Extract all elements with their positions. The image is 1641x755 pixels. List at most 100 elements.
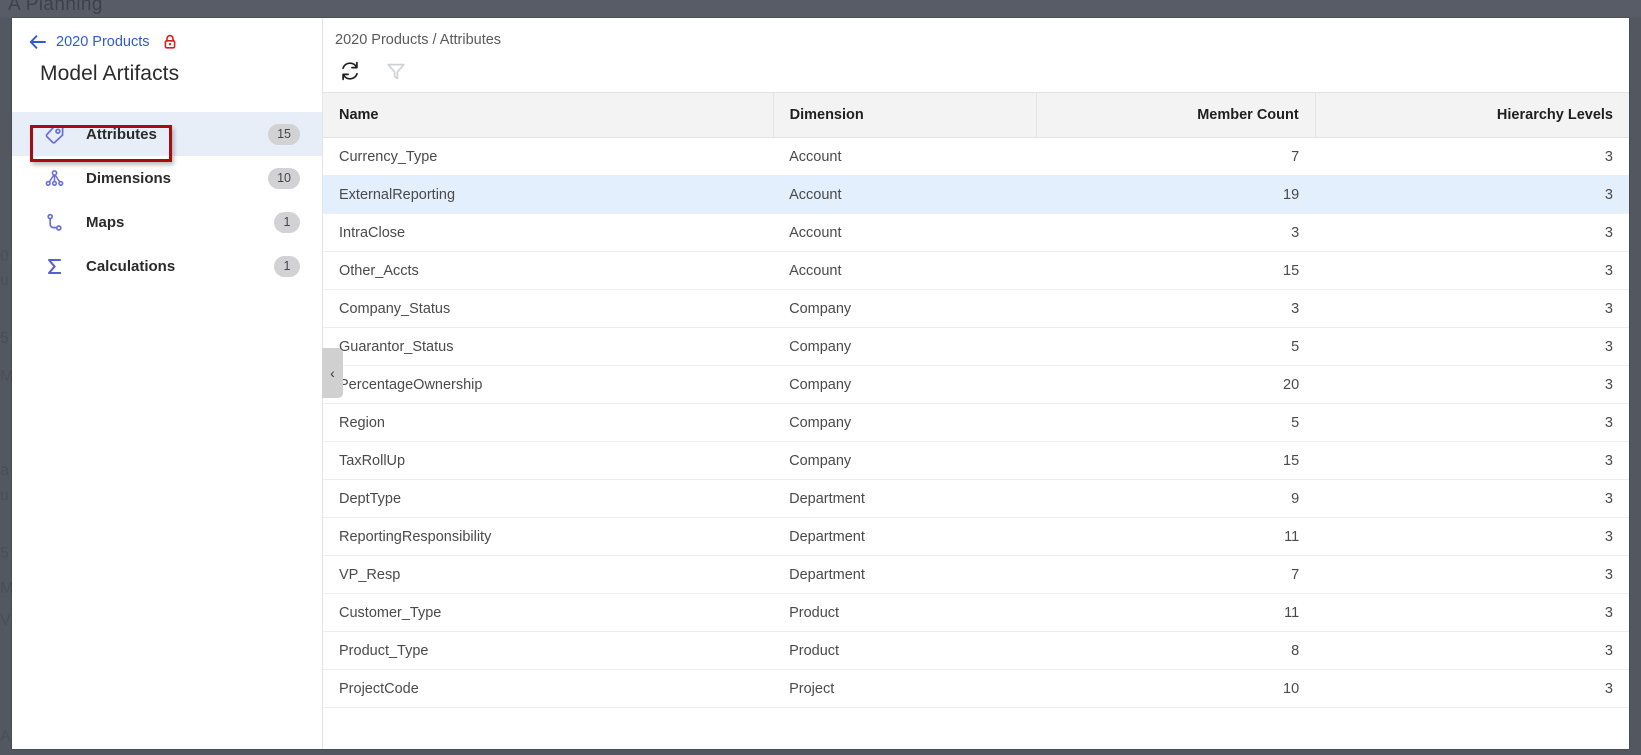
attributes-table: Name Dimension Member Count Hierarchy Le… [323, 92, 1629, 708]
cell-hierarchy-levels: 3 [1315, 403, 1629, 442]
table-header: Name Dimension Member Count Hierarchy Le… [323, 92, 1629, 138]
column-header-hierarchy-levels[interactable]: Hierarchy Levels [1315, 92, 1629, 138]
cell-member-count: 19 [1036, 175, 1316, 214]
arrow-left-icon[interactable] [28, 33, 46, 51]
cell-member-count: 9 [1036, 479, 1316, 518]
background-ghost-text: A [0, 728, 11, 745]
cell-hierarchy-levels: 3 [1315, 137, 1629, 176]
sidebar: 2020 Products Model Artifacts Attributes… [12, 18, 323, 749]
table-row[interactable]: Currency_Type Account 7 3 [323, 137, 1629, 176]
cell-dimension: Department [773, 555, 1037, 594]
table-body: Currency_Type Account 7 3 ExternalReporting A… [323, 137, 1629, 708]
cell-hierarchy-levels: 3 [1315, 631, 1629, 670]
table-row[interactable]: Guarantor_Status Company 5 3 [323, 327, 1629, 366]
cell-dimension: Account [773, 213, 1037, 252]
sidebar-item-label: Calculations [86, 257, 176, 275]
cell-hierarchy-levels: 3 [1315, 555, 1629, 594]
sigma-icon [42, 256, 66, 277]
sidebar-item-label: Attributes [86, 125, 157, 143]
chevron-left-icon: ‹ [330, 365, 335, 381]
table-row[interactable]: Customer_Type Product 11 3 [323, 593, 1629, 632]
table-header-row: Name Dimension Member Count Hierarchy Le… [323, 92, 1629, 138]
cell-hierarchy-levels: 3 [1315, 289, 1629, 328]
table-row[interactable]: PercentageOwnership Company 20 3 [323, 365, 1629, 404]
lock-icon [162, 34, 178, 50]
sidebar-collapse-handle[interactable]: ‹ [322, 348, 343, 398]
background-ghost-text: 5 [0, 545, 9, 562]
table-row[interactable]: Product_Type Product 8 3 [323, 631, 1629, 670]
cell-member-count: 11 [1036, 593, 1316, 632]
cell-name: ProjectCode [323, 669, 774, 708]
cell-name: Currency_Type [323, 137, 774, 176]
back-link-2020-products[interactable]: 2020 Products [56, 34, 150, 50]
sidebar-item-count-badge: 10 [268, 167, 300, 189]
cell-dimension: Account [773, 175, 1037, 214]
table-row[interactable]: ReportingResponsibility Department 11 3 [323, 517, 1629, 556]
filter-button[interactable] [383, 58, 409, 84]
column-header-dimension[interactable]: Dimension [773, 92, 1037, 138]
cell-dimension: Product [773, 593, 1037, 632]
refresh-button[interactable] [337, 58, 363, 84]
table-row[interactable]: ProjectCode Project 10 3 [323, 669, 1629, 708]
cell-member-count: 20 [1036, 365, 1316, 404]
background-app-topbar: A Planning [0, 0, 1641, 18]
cell-name: TaxRollUp [323, 441, 774, 480]
artifact-nav-list: Attributes 15 Dimensions 10 Maps 1 Calculation… [12, 112, 322, 288]
table-row[interactable]: Region Company 5 3 [323, 403, 1629, 442]
table-row[interactable]: IntraClose Account 3 3 [323, 213, 1629, 252]
background-ghost-text: a [0, 462, 9, 479]
cell-hierarchy-levels: 3 [1315, 517, 1629, 556]
cell-dimension: Department [773, 517, 1037, 556]
column-header-member-count[interactable]: Member Count [1036, 92, 1316, 138]
cell-hierarchy-levels: 3 [1315, 593, 1629, 632]
sidebar-item-calculations[interactable]: Calculations 1 [12, 244, 322, 288]
cell-member-count: 11 [1036, 517, 1316, 556]
cell-name: Other_Accts [323, 251, 774, 290]
cell-name: Guarantor_Status [323, 327, 774, 366]
hierarchy-icon [42, 168, 66, 189]
sidebar-item-count-badge: 15 [268, 123, 300, 145]
background-app-title: A Planning [8, 0, 103, 15]
cell-member-count: 7 [1036, 137, 1316, 176]
column-header-name[interactable]: Name [323, 92, 774, 138]
main-content: 2020 Products / Attributes Name Dimensio… [323, 18, 1629, 749]
breadcrumb: 2020 Products / Attributes [335, 32, 502, 48]
table-row[interactable]: VP_Resp Department 7 3 [323, 555, 1629, 594]
toolbar [323, 48, 1629, 82]
page-title: Model Artifacts [40, 62, 180, 85]
map-nodes-icon [42, 212, 66, 233]
cell-hierarchy-levels: 3 [1315, 175, 1629, 214]
sidebar-item-dimensions[interactable]: Dimensions 10 [12, 156, 322, 200]
cell-hierarchy-levels: 3 [1315, 441, 1629, 480]
cell-dimension: Project [773, 669, 1037, 708]
cell-name: PercentageOwnership [323, 365, 774, 404]
table-row[interactable]: ExternalReporting Account 19 3 [323, 175, 1629, 214]
cell-member-count: 8 [1036, 631, 1316, 670]
refresh-icon [342, 61, 358, 81]
table-row[interactable]: TaxRollUp Company 15 3 [323, 441, 1629, 480]
table-row[interactable]: Company_Status Company 3 3 [323, 289, 1629, 328]
cell-name: Customer_Type [323, 593, 774, 632]
attributes-grid-wrapper[interactable]: Name Dimension Member Count Hierarchy Le… [323, 92, 1629, 749]
cell-name: Region [323, 403, 774, 442]
cell-name: DeptType [323, 479, 774, 518]
cell-hierarchy-levels: 3 [1315, 213, 1629, 252]
sidebar-item-attributes[interactable]: Attributes 15 [12, 112, 322, 156]
background-ghost-text: u [0, 487, 9, 504]
cell-dimension: Company [773, 403, 1037, 442]
cell-dimension: Account [773, 137, 1037, 176]
table-row[interactable]: Other_Accts Account 15 3 [323, 251, 1629, 290]
model-artifacts-panel: 2020 Products Model Artifacts Attributes… [12, 18, 1629, 749]
cell-member-count: 5 [1036, 327, 1316, 366]
tag-icon [42, 124, 66, 145]
cell-dimension: Product [773, 631, 1037, 670]
sidebar-item-maps[interactable]: Maps 1 [12, 200, 322, 244]
background-ghost-text: u [0, 272, 9, 289]
cell-name: ExternalReporting [323, 175, 774, 214]
cell-name: Product_Type [323, 631, 774, 670]
cell-hierarchy-levels: 3 [1315, 479, 1629, 518]
cell-name: VP_Resp [323, 555, 774, 594]
table-row[interactable]: DeptType Department 9 3 [323, 479, 1629, 518]
screenshot-root: A Planning 0u5Mau5MVA 2020 Products Mode… [0, 0, 1641, 755]
cell-hierarchy-levels: 3 [1315, 327, 1629, 366]
